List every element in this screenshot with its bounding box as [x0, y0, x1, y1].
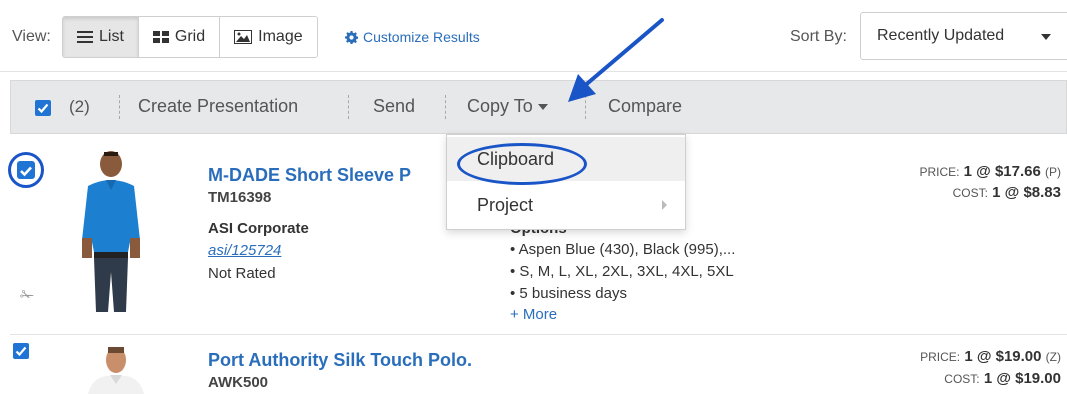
product-select-checkbox[interactable]: [8, 152, 44, 188]
annotation-arrow-icon: [568, 18, 664, 102]
product-title-link[interactable]: M-DADE Short Sleeve P: [208, 165, 411, 186]
price-label: PRICE:: [920, 350, 961, 364]
row-divider: [10, 334, 1067, 335]
sort-by-select[interactable]: Recently Updated: [860, 12, 1067, 60]
price-line: PRICE: 1 @ $17.66 (P): [919, 163, 1061, 180]
menu-item-clipboard[interactable]: Clipboard: [447, 137, 685, 181]
compare-icon[interactable]: ✁: [20, 286, 34, 306]
more-options-link[interactable]: + More: [510, 306, 557, 323]
list-icon: [77, 31, 93, 43]
option-production-time: • 5 business days: [510, 285, 627, 302]
cost-line: COST: 1 @ $8.83: [953, 184, 1061, 201]
view-list-label: List: [99, 28, 124, 45]
cost-value: 1 @ $8.83: [992, 184, 1061, 201]
supplier-name: ASI Corporate: [208, 220, 309, 237]
product-image-polo-white[interactable]: [84, 344, 144, 394]
view-list-button[interactable]: List: [63, 17, 139, 57]
sort-by-label: Sort By:: [790, 28, 847, 45]
product-sku: TM16398: [208, 189, 272, 206]
caret-down-icon: [1041, 34, 1051, 40]
supplier-rating: Not Rated: [208, 265, 276, 282]
view-grid-button[interactable]: Grid: [138, 17, 221, 57]
cost-label: COST:: [944, 372, 980, 386]
view-toolbar: View: List Grid Image Customize Results …: [0, 0, 1067, 72]
image-icon: [234, 30, 253, 44]
select-all-checkbox[interactable]: [35, 100, 51, 116]
price-value: 1 @ $19.00: [964, 348, 1042, 365]
price-code: (P): [1045, 165, 1061, 179]
menu-item-label: Project: [477, 194, 534, 215]
supplier-id-link[interactable]: asi/125724: [208, 242, 281, 259]
product-title-link[interactable]: Port Authority Silk Touch Polo.: [208, 350, 472, 371]
price-code: (Z): [1045, 350, 1061, 364]
check-icon: [20, 166, 32, 177]
option-colors: • Aspen Blue (430), Black (995),...: [510, 241, 736, 258]
product-sku: AWK500: [208, 374, 269, 391]
divider: [445, 95, 446, 119]
cost-label: COST:: [952, 186, 988, 200]
caret-down-icon: [537, 104, 548, 111]
create-presentation-button[interactable]: Create Presentation: [138, 96, 298, 117]
menu-item-label: Clipboard: [477, 148, 555, 169]
price-value: 1 @ $17.66: [963, 163, 1041, 180]
copy-to-label: Copy To: [467, 96, 533, 116]
view-image-button[interactable]: Image: [220, 17, 317, 57]
sort-by-value: Recently Updated: [877, 27, 1005, 44]
divider: [348, 95, 349, 119]
divider: [119, 95, 120, 119]
price-label: PRICE:: [919, 165, 960, 179]
copy-to-menu: Clipboard Project: [446, 134, 686, 230]
check-icon: [15, 346, 27, 357]
view-toggle-group: List Grid Image: [62, 16, 318, 58]
option-sizes: • S, M, L, XL, 2XL, 3XL, 4XL, 5XL: [510, 263, 734, 280]
send-button[interactable]: Send: [373, 96, 415, 117]
check-icon: [37, 103, 49, 114]
gear-icon: [345, 30, 358, 44]
product-image-polo-blue[interactable]: [78, 148, 144, 314]
customize-results-label: Customize Results: [363, 29, 480, 45]
cost-value: 1 @ $19.00: [983, 370, 1061, 387]
product-select-checkbox[interactable]: [13, 343, 29, 359]
bulk-action-bar: (2) Create Presentation Send Copy To Com…: [10, 80, 1067, 134]
view-grid-label: Grid: [174, 28, 206, 45]
price-line: PRICE: 1 @ $19.00 (Z): [920, 348, 1061, 365]
selected-count: (2): [69, 97, 90, 116]
grid-icon: [152, 31, 169, 43]
view-image-label: Image: [258, 28, 303, 45]
chevron-right-icon: [662, 200, 667, 210]
view-label: View:: [12, 28, 51, 45]
menu-item-project[interactable]: Project: [447, 183, 685, 227]
customize-results-link[interactable]: Customize Results: [345, 29, 480, 45]
cost-line: COST: 1 @ $19.00: [944, 370, 1061, 387]
copy-to-button[interactable]: Copy To: [467, 96, 548, 117]
